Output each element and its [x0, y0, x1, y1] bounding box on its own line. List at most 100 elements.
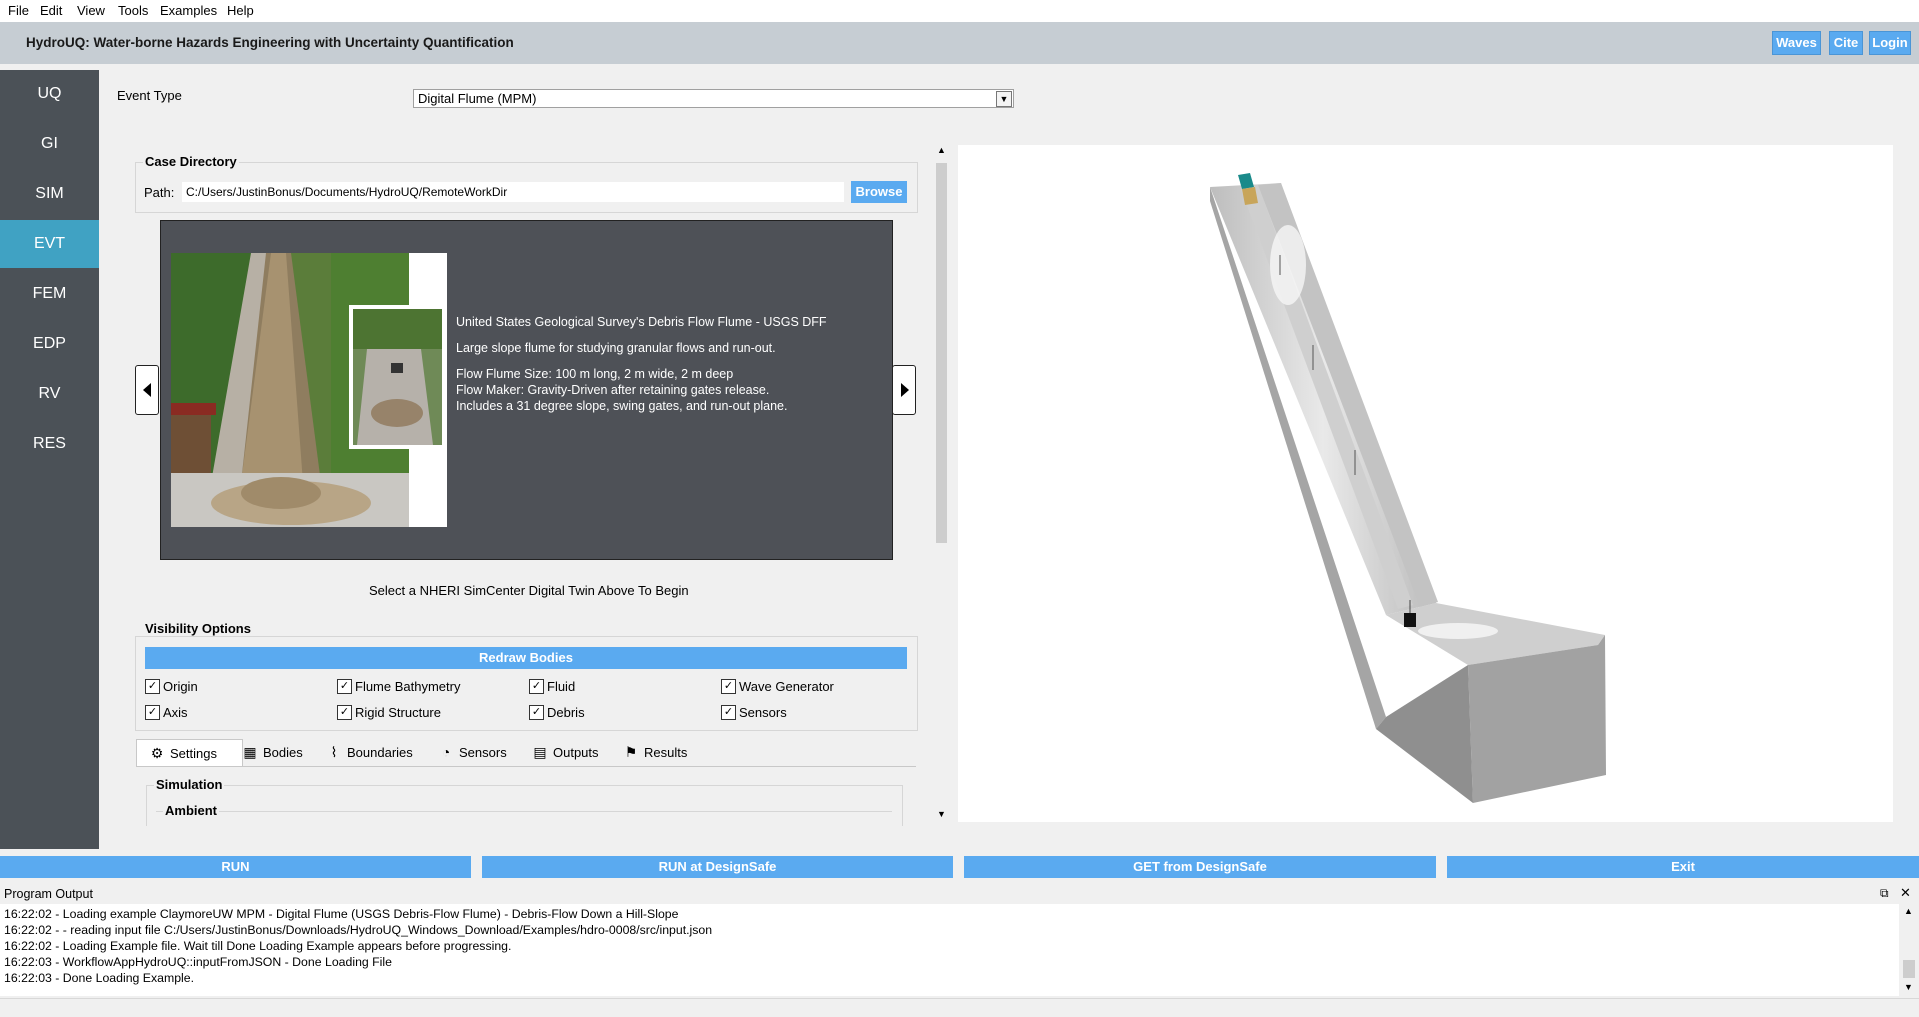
- sidebar-item-edp[interactable]: EDP: [0, 320, 99, 368]
- tab-settings-label: Settings: [170, 746, 217, 761]
- scroll-down-icon[interactable]: ▼: [937, 809, 946, 819]
- twin-description: Large slope flume for studying granular …: [456, 341, 776, 355]
- cite-button[interactable]: Cite: [1829, 31, 1863, 55]
- scrollbar-thumb[interactable]: [936, 163, 947, 543]
- scroll-down-icon[interactable]: ▼: [1904, 982, 1913, 992]
- menu-help[interactable]: Help: [227, 3, 254, 18]
- waves-button[interactable]: Waves: [1772, 31, 1821, 55]
- fluid-label: Fluid: [547, 679, 576, 694]
- fluid-checkbox[interactable]: ✓: [529, 679, 544, 694]
- flag-icon: ⚑: [624, 744, 638, 760]
- twin-size: Flow Flume Size: 100 m long, 2 m wide, 2…: [456, 367, 734, 381]
- visibility-options-title: Visibility Options: [143, 621, 253, 636]
- tab-outputs[interactable]: ▤ Outputs: [532, 739, 607, 766]
- digital-twin-carousel: United States Geological Survey's Debris…: [160, 220, 893, 560]
- path-input[interactable]: C:/Users/JustinBonus/Documents/HydroUQ/R…: [182, 182, 844, 202]
- tab-settings[interactable]: ⚙ Settings: [136, 739, 243, 767]
- log-line: 16:22:02 - - reading input file C:/Users…: [4, 923, 713, 937]
- sensors-label: Sensors: [739, 705, 787, 720]
- path-value: C:/Users/JustinBonus/Documents/HydroUQ/R…: [186, 185, 508, 199]
- wave-generator-label: Wave Generator: [739, 679, 834, 694]
- output-scrollbar[interactable]: ▲ ▼: [1899, 904, 1919, 996]
- log-line: 16:22:02 - Loading Example file. Wait ti…: [4, 939, 512, 953]
- axis-checkbox[interactable]: ✓: [145, 705, 160, 720]
- app-title: HydroUQ: Water-borne Hazards Engineering…: [26, 35, 514, 50]
- main-scrollbar[interactable]: ▲ ▼: [933, 145, 950, 825]
- tab-boundaries-label: Boundaries: [347, 745, 413, 760]
- tab-outputs-label: Outputs: [553, 745, 599, 760]
- boundary-icon: ⌇: [330, 744, 338, 760]
- flume-bathymetry-label: Flume Bathymetry: [355, 679, 461, 694]
- tab-boundaries[interactable]: ⌇ Boundaries: [326, 739, 426, 766]
- log-line: 16:22:02 - Loading example ClaymoreUW MP…: [4, 907, 679, 921]
- log-line: 16:22:03 - WorkflowAppHydroUQ::inputFrom…: [4, 955, 392, 969]
- scroll-up-icon[interactable]: ▲: [1904, 906, 1913, 916]
- sidebar-item-res[interactable]: RES: [0, 420, 99, 468]
- twin-title: United States Geological Survey's Debris…: [456, 315, 827, 329]
- gear-icon: ⚙: [150, 745, 164, 761]
- get-from-designsafe-button[interactable]: GET from DesignSafe: [964, 856, 1436, 878]
- event-type-select[interactable]: Digital Flume (MPM) ▼: [413, 89, 1014, 108]
- event-type-label: Event Type: [117, 88, 182, 103]
- carousel-next-button[interactable]: [892, 365, 916, 415]
- origin-checkbox[interactable]: ✓: [145, 679, 160, 694]
- flume-photo: [171, 253, 447, 527]
- sidebar-item-gi[interactable]: GI: [0, 120, 99, 168]
- program-output-log[interactable]: 16:22:02 - Loading example ClaymoreUW MP…: [0, 904, 1899, 996]
- carousel-prev-button[interactable]: [135, 365, 159, 415]
- twin-includes: Includes a 31 degree slope, swing gates,…: [456, 399, 788, 413]
- exit-button[interactable]: Exit: [1447, 856, 1919, 878]
- close-icon[interactable]: ✕: [1900, 885, 1911, 901]
- tab-bodies-label: Bodies: [263, 745, 303, 760]
- sidebar-item-evt[interactable]: EVT: [0, 220, 99, 268]
- event-type-value: Digital Flume (MPM): [418, 91, 537, 106]
- program-output-header: Program Output ⧉ ✕: [0, 884, 1919, 904]
- rigid-structure-checkbox[interactable]: ✓: [337, 705, 352, 720]
- restore-icon[interactable]: ⧉: [1880, 886, 1889, 901]
- menu-tools[interactable]: Tools: [118, 3, 148, 18]
- axis-label: Axis: [163, 705, 188, 720]
- run-at-designsafe-button[interactable]: RUN at DesignSafe: [482, 856, 953, 878]
- redraw-bodies-button[interactable]: Redraw Bodies: [145, 647, 907, 669]
- ambient-group: [156, 811, 892, 826]
- debris-checkbox[interactable]: ✓: [529, 705, 544, 720]
- menu-edit[interactable]: Edit: [40, 3, 62, 18]
- menu-examples[interactable]: Examples: [160, 3, 217, 18]
- simulation-title: Simulation: [154, 777, 225, 792]
- gauge-icon: ◔: [441, 744, 451, 760]
- scroll-up-icon[interactable]: ▲: [937, 145, 946, 155]
- tab-sensors[interactable]: ◔ Sensors: [438, 739, 513, 766]
- case-directory-title: Case Directory: [143, 154, 239, 169]
- browse-button[interactable]: Browse: [851, 181, 907, 203]
- twin-maker: Flow Maker: Gravity-Driven after retaini…: [456, 383, 770, 397]
- sidebar-item-rv[interactable]: RV: [0, 370, 99, 418]
- scrollbar-thumb[interactable]: [1903, 960, 1915, 978]
- sidebar-item-sim[interactable]: SIM: [0, 170, 99, 218]
- rigid-structure-label: Rigid Structure: [355, 705, 441, 720]
- flume-bathymetry-checkbox[interactable]: ✓: [337, 679, 352, 694]
- grid-icon: ▦: [243, 744, 257, 760]
- tab-settings-panel: Simulation Ambient: [136, 766, 916, 826]
- chevron-down-icon[interactable]: ▼: [996, 91, 1012, 107]
- sensors-checkbox[interactable]: ✓: [721, 705, 736, 720]
- arrow-right-icon: [901, 383, 909, 397]
- file-icon: ▤: [533, 744, 547, 760]
- menu-view[interactable]: View: [77, 3, 105, 18]
- program-output-title: Program Output: [4, 887, 93, 901]
- status-bar: [0, 998, 1919, 1017]
- tab-results-label: Results: [644, 745, 688, 760]
- tab-bodies[interactable]: ▦ Bodies: [242, 739, 317, 766]
- sidebar-item-uq[interactable]: UQ: [0, 70, 99, 118]
- sidebar: UQ GI SIM EVT FEM EDP RV RES: [0, 70, 99, 849]
- menu-bar: File Edit View Tools Examples Help: [0, 0, 1919, 22]
- origin-label: Origin: [163, 679, 198, 694]
- run-button[interactable]: RUN: [0, 856, 471, 878]
- login-button[interactable]: Login: [1869, 31, 1911, 55]
- flume-3d-viewport[interactable]: [958, 145, 1893, 822]
- sidebar-item-fem[interactable]: FEM: [0, 270, 99, 318]
- wave-generator-checkbox[interactable]: ✓: [721, 679, 736, 694]
- tab-results[interactable]: ⚑ Results: [623, 739, 698, 766]
- tab-sensors-label: Sensors: [459, 745, 507, 760]
- menu-file[interactable]: File: [8, 3, 29, 18]
- title-bar: HydroUQ: Water-borne Hazards Engineering…: [0, 22, 1919, 64]
